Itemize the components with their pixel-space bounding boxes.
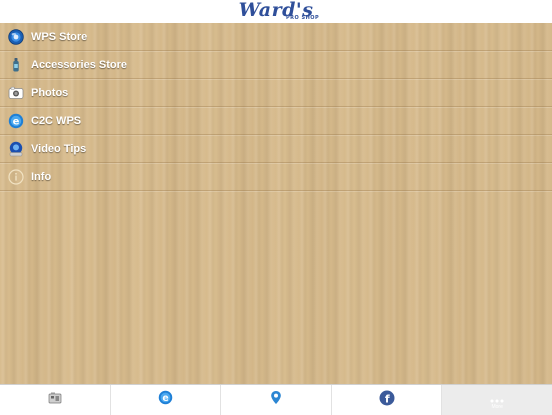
app-logo-subtext: PRO SHOP [286,15,320,21]
main-menu: WPS Store Accessories Store Photos e C2C… [0,23,552,191]
menu-item-label: WPS Store [31,30,88,43]
globe-icon [8,28,24,45]
tab-more-label: More [491,404,503,410]
gallery-icon [48,391,62,410]
menu-item-label: Accessories Store [31,58,127,71]
tab-more[interactable]: More [442,385,552,415]
ie-icon: e [8,113,24,129]
menu-item-label: Video Tips [31,142,87,155]
menu-item-label: C2C WPS [31,114,82,127]
svg-text:e: e [13,116,20,127]
svg-text:e: e [162,393,168,404]
menu-item-info[interactable]: Info [0,163,552,191]
tab-gallery[interactable] [0,385,111,415]
menu-item-wps-store[interactable]: WPS Store [0,23,552,51]
tab-map[interactable] [221,385,332,415]
camera-icon [8,85,24,101]
menu-item-accessories-store[interactable]: Accessories Store [0,51,552,79]
menu-item-video-tips[interactable]: Video Tips [0,135,552,163]
info-icon [8,168,24,185]
menu-item-label: Photos [31,86,69,99]
svg-text:f: f [384,392,389,405]
ie-icon: e [158,390,173,410]
facebook-icon: f [379,390,395,411]
bottom-tab-bar: e f More [0,384,552,415]
tab-facebook[interactable]: f [332,385,443,415]
bottle-icon [8,57,24,73]
menu-item-photos[interactable]: Photos [0,79,552,107]
map-pin-icon [270,390,282,410]
app-header: Ward's PRO SHOP [0,0,552,24]
tab-c2c-wps[interactable]: e [111,385,222,415]
menu-item-label: Info [31,170,52,183]
video-icon [8,141,24,157]
menu-item-c2c-wps[interactable]: e C2C WPS [0,107,552,135]
